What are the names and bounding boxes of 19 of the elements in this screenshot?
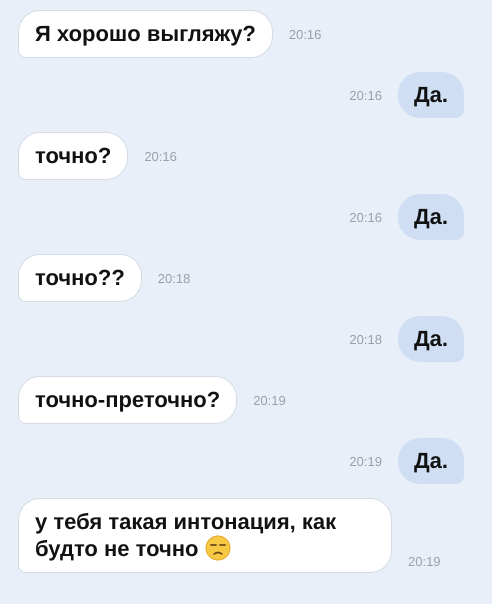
message-time: 20:16 bbox=[288, 26, 322, 42]
message-bubble: Да. bbox=[398, 194, 464, 240]
message-bubble: Да. bbox=[398, 72, 464, 118]
message-bubble: у тебя такая интонация, как будто не точно bbox=[18, 498, 392, 573]
message-bubble: точно-преточно? bbox=[18, 376, 238, 424]
message-bubble: Да. bbox=[398, 316, 464, 362]
message-time: 20:19 bbox=[408, 554, 441, 569]
message-time: 20:19 bbox=[253, 392, 286, 408]
message-bubble: Я хорошо выгляжу? bbox=[18, 10, 273, 58]
message-time: 20:18 bbox=[158, 270, 190, 286]
message-time: 20:16 bbox=[349, 88, 382, 102]
message-time: 20:18 bbox=[349, 332, 382, 346]
message-time: 20:19 bbox=[349, 454, 382, 468]
message-bubble: точно?? bbox=[18, 254, 142, 302]
unamused-emoji-icon bbox=[204, 535, 230, 561]
message-bubble: Да. bbox=[398, 438, 464, 484]
message-time: 20:16 bbox=[349, 210, 382, 224]
message-time: 20:16 bbox=[144, 148, 177, 164]
message-bubble: точно? bbox=[18, 132, 128, 180]
